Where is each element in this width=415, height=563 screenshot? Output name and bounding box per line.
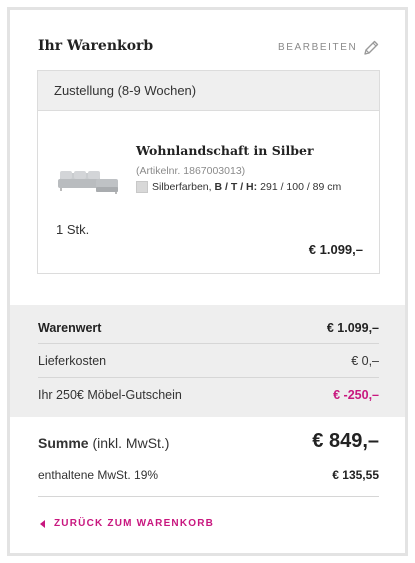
product-spec: Silberfarben, B / T / H: 291 / 100 / 89 … [136, 181, 341, 193]
total-value: € 849,– [312, 430, 379, 452]
item-quantity: 1 Stk. [56, 222, 90, 237]
vat-row: enthaltene MwSt. 19% € 135,55 [38, 468, 379, 482]
summary-row-goods: Warenwert € 1.099,– [38, 321, 379, 335]
divider [38, 343, 379, 344]
total-note: (inkl. MwSt.) [92, 435, 170, 451]
total-label: Summe (inkl. MwSt.) [38, 435, 169, 451]
chevron-left-icon [40, 519, 45, 528]
vat-value: € 135,55 [332, 468, 379, 482]
edit-button[interactable]: BEARBEITEN [278, 42, 357, 53]
summary-row-shipping: Lieferkosten € 0,– [38, 354, 379, 368]
product-name[interactable]: Wohnlandschaft in Silber [136, 143, 314, 158]
delivery-header: Zustellung (8-9 Wochen) [38, 71, 379, 111]
total-row: Summe (inkl. MwSt.) € 849,– [38, 430, 379, 452]
goods-value: € 1.099,– [326, 321, 379, 335]
back-to-cart-label: ZURÜCK ZUM WARENKORB [54, 518, 215, 529]
dimensions-label: B / T / H: [214, 181, 258, 193]
article-number: (Artikelnr. 1867003013) [136, 165, 246, 177]
pencil-icon[interactable] [362, 39, 380, 57]
product-color: Silberfarben, [152, 181, 212, 193]
shipping-label: Lieferkosten [38, 354, 107, 368]
dimensions-value: 291 / 100 / 89 cm [260, 181, 342, 193]
divider [38, 377, 379, 378]
cart-panel: Ihr Warenkorb BEARBEITEN Zustellung (8-9… [7, 7, 408, 556]
color-swatch-icon [136, 181, 148, 193]
goods-label: Warenwert [38, 321, 102, 335]
back-to-cart-link[interactable]: ZURÜCK ZUM WARENKORB [40, 518, 214, 529]
vat-label: enthaltene MwSt. 19% [38, 468, 159, 482]
divider [38, 496, 379, 497]
voucher-value: € -250,– [333, 388, 379, 402]
delivery-box: Zustellung (8-9 Wochen) Wohnlandschaft i… [37, 70, 380, 274]
shipping-value: € 0,– [351, 354, 379, 368]
item-price: € 1.099,– [308, 242, 363, 257]
total-title: Summe [38, 435, 89, 451]
summary-row-voucher: Ihr 250€ Möbel-Gutschein € -250,– [38, 388, 379, 402]
voucher-label: Ihr 250€ Möbel-Gutschein [38, 388, 182, 402]
cart-title: Ihr Warenkorb [38, 38, 154, 54]
product-image[interactable] [56, 159, 122, 199]
